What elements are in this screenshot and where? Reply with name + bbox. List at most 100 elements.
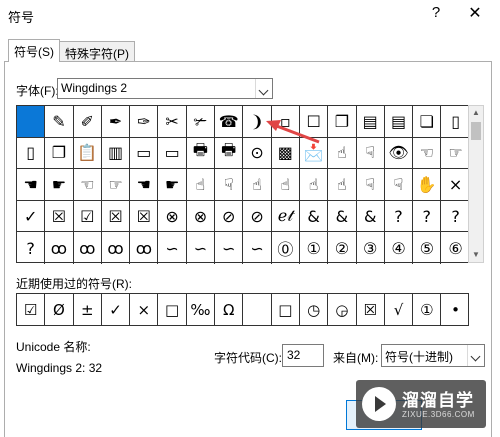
recent-symbol-cell[interactable]: □ [158,294,187,325]
font-select[interactable]: Wingdings 2 [57,78,273,99]
symbol-cell[interactable]: 📩 [299,137,329,170]
from-select[interactable]: 符号(十进制) [381,344,485,367]
recent-symbol-cell[interactable]: □ [272,294,300,325]
symbol-cell[interactable]: ③ [357,232,385,264]
symbol-cell[interactable]: ? [384,200,414,233]
symbol-cell[interactable]: ⊗ [158,200,187,233]
symbol-cell[interactable]: 📋 [73,137,102,170]
symbol-cell[interactable]: ☜ [413,137,442,170]
recent-symbol-cell[interactable]: ‰ [187,294,216,325]
recent-symbol-cell[interactable]: √ [385,294,414,325]
symbol-cell[interactable]: ⊙ [243,137,272,170]
symbol-cell[interactable]: & [328,200,357,233]
symbol-cell[interactable]: ✂ [158,106,187,138]
symbol-cell[interactable]: ☐ [299,106,329,138]
symbol-cell[interactable]: ☒ [101,200,131,233]
symbol-cell[interactable]: ☟ [384,169,414,201]
symbol-cell[interactable]: ∽ [158,232,187,264]
recent-symbol-cell[interactable]: ✓ [102,294,131,325]
symbol-cell[interactable]: ? [441,201,470,233]
symbol-cell[interactable]: ? [413,200,442,233]
symbol-cell[interactable]: ▤ [356,106,385,138]
symbol-cell[interactable]: 🖶 [215,137,244,170]
symbol-cell[interactable]: ❩ [243,106,272,138]
symbol-cell[interactable]: ☒ [130,200,159,233]
symbol-cell[interactable]: ✃ [186,106,216,138]
symbol-cell[interactable]: ✐ [73,106,102,138]
symbol-cell[interactable]: ☎ [215,106,244,138]
symbol-cell[interactable]: ▯ [17,137,46,170]
symbol-grid-scrollbar[interactable]: ▲ ▼ [468,105,484,263]
symbol-cell[interactable]: ▥ [101,137,131,170]
symbol-cell[interactable]: ꝏ [130,232,159,264]
recent-symbol-cell[interactable]: • [441,294,469,325]
symbol-cell[interactable]: ℯ𝓉 [271,200,300,233]
chevron-down-icon[interactable] [467,345,484,366]
scroll-up-icon[interactable]: ▲ [469,106,483,120]
symbol-cell[interactable]: ☝ [186,169,216,201]
symbol-cell[interactable]: ❐ [328,106,357,138]
symbol-cell[interactable]: ❏ [413,106,442,138]
symbol-cell[interactable]: ☟ [356,169,385,201]
symbol-cell[interactable]: ☞ [441,138,470,170]
help-button[interactable]: ? [428,4,444,24]
recent-symbol-cell[interactable]: × [130,294,159,325]
symbol-cell[interactable]: ✑ [130,106,159,138]
tab-symbols[interactable]: 符号(S) [8,39,60,62]
recent-symbols[interactable]: ☑ Ø ± ✓ × □ ‰ Ω □ ◷ ◶ ☒ √ ① • [16,293,469,326]
symbol-cell[interactable]: ☜ [73,169,102,201]
symbol-cell[interactable]: ⊗ [186,200,216,233]
symbol-cell[interactable]: ⑤ [413,232,442,264]
symbol-cell[interactable]: ▭ [158,137,187,170]
symbol-cell[interactable]: ⊘ [215,200,244,233]
recent-symbol-cell[interactable]: Ø [45,294,74,325]
scroll-thumb[interactable] [471,122,481,140]
symbol-cell[interactable]: ∽ [187,232,216,264]
recent-symbol-cell[interactable]: Ω [215,294,244,325]
symbol-cell[interactable]: ✓ [17,200,46,233]
symbol-cell[interactable]: ☟ [356,137,385,170]
symbol-cell[interactable]: ☝ [328,169,357,201]
symbol-cell[interactable]: ▫ [271,106,300,138]
char-code-input[interactable]: 32 [282,344,324,367]
symbol-cell[interactable]: ☒ [45,200,74,233]
symbol-cell[interactable]: ✎ [45,106,74,138]
symbol-cell[interactable]: ⑥ [441,232,469,264]
symbol-cell[interactable]: ꝏ [74,232,102,264]
symbol-cell[interactable]: ☝ [243,169,272,201]
symbol-cell[interactable]: ☞ [101,169,131,201]
recent-symbol-cell[interactable]: ◷ [300,294,329,325]
symbol-cell[interactable]: ∽ [243,232,272,264]
symbol-cell[interactable]: ✋ [413,169,442,201]
symbol-cell[interactable]: 👁 [384,137,414,170]
symbol-cell[interactable]: ☝ [299,169,329,201]
scroll-down-icon[interactable]: ▼ [469,248,483,262]
symbol-cell[interactable] [17,106,46,138]
symbol-cell[interactable]: ☝ [271,169,300,201]
symbol-cell[interactable]: ☑ [73,200,102,233]
symbol-cell[interactable]: ? [17,232,46,264]
symbol-cell[interactable]: ☛ [158,169,187,201]
symbol-cell[interactable]: ② [328,232,357,264]
symbol-cell[interactable]: ❐ [45,137,74,170]
symbol-cell[interactable]: ☟ [215,169,244,201]
recent-symbol-cell[interactable]: ① [413,294,442,325]
recent-symbol-cell[interactable]: ☑ [17,294,46,325]
symbol-cell[interactable]: ▩ [271,137,300,170]
symbol-cell[interactable]: ☚ [130,169,159,201]
recent-symbol-cell[interactable]: ◶ [328,294,357,325]
close-button[interactable]: ✕ [464,3,486,25]
tab-special-characters[interactable]: 特殊字符(P) [59,41,135,62]
recent-symbol-cell[interactable] [243,294,272,325]
recent-symbol-cell[interactable]: ± [74,294,102,325]
symbol-cell[interactable]: ▯ [441,106,470,138]
symbol-cell[interactable]: & [299,200,329,233]
symbol-cell[interactable]: ⓪ [272,232,300,264]
symbol-cell[interactable]: ☝ [328,137,357,170]
symbol-cell[interactable]: ∽ [215,232,244,264]
symbol-cell[interactable]: ④ [385,232,414,264]
symbol-cell[interactable]: 🖶 [186,137,216,170]
recent-symbol-cell[interactable]: ☒ [357,294,385,325]
symbol-cell[interactable]: ꝏ [45,232,74,264]
symbol-cell[interactable]: ꝏ [102,232,131,264]
